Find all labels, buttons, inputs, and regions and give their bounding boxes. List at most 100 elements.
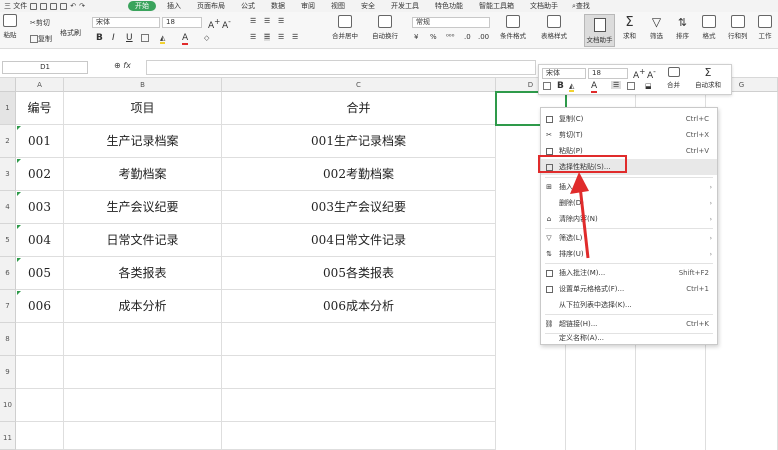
cell-c2[interactable]: 001生产记录档案 [222, 125, 496, 158]
decimal-increase-button[interactable]: .0 [464, 33, 471, 41]
worksheet-button[interactable]: 工作 [758, 15, 772, 40]
cell-b11[interactable] [64, 422, 222, 450]
cell-c11[interactable] [222, 422, 496, 450]
row-header-3[interactable]: 3 [0, 158, 16, 191]
mini-fill-bucket-button[interactable]: ⬓ [645, 82, 652, 90]
name-box[interactable]: D1 [2, 61, 88, 74]
filter-button[interactable]: ▽ 筛选 [650, 15, 663, 40]
cell-b7[interactable]: 成本分析 [64, 290, 222, 323]
undo-icon[interactable]: ↶ [70, 2, 76, 10]
row-header-1[interactable]: 1 [0, 92, 16, 125]
cell-c8[interactable] [222, 323, 496, 356]
row-column-button[interactable]: 行和列 [728, 15, 748, 40]
row-header-11[interactable]: 11 [0, 422, 16, 450]
clear-format-button[interactable]: ◇ [204, 34, 209, 42]
number-format-select[interactable]: 常规 [412, 17, 490, 28]
print-preview-icon[interactable] [60, 2, 68, 10]
mini-font-name-select[interactable]: 宋体 [542, 68, 586, 79]
export-icon[interactable] [40, 2, 48, 10]
mini-bold-button[interactable]: B [557, 81, 564, 91]
tab-toolbox[interactable]: 智能工具箱 [471, 0, 522, 12]
cell-a2[interactable]: 001 [16, 125, 64, 158]
row-header-5[interactable]: 5 [0, 224, 16, 257]
cell-a9[interactable] [16, 356, 64, 389]
menu-item-define-name[interactable]: 定义名称(A)... [541, 330, 717, 346]
font-size-select[interactable]: 18 [162, 17, 202, 28]
mini-align-center-button[interactable]: ☰ [611, 81, 622, 89]
cell-b1[interactable]: 项目 [64, 92, 222, 125]
tab-features[interactable]: 特色功能 [427, 0, 471, 12]
redo-icon[interactable]: ↷ [79, 2, 85, 10]
row-header-9[interactable]: 9 [0, 356, 16, 389]
tab-data[interactable]: 数据 [263, 0, 293, 12]
cell-b10[interactable] [64, 389, 222, 422]
row-header-4[interactable]: 4 [0, 191, 16, 224]
fill-color-button[interactable]: ◭ [160, 34, 166, 44]
align-middle-button[interactable]: ☰ [264, 17, 270, 25]
row-header-8[interactable]: 8 [0, 323, 16, 356]
font-name-select[interactable]: 宋体 [92, 17, 160, 28]
align-right-button[interactable]: ☰ [278, 33, 284, 41]
menu-item-copy[interactable]: 复制(C) Ctrl+C [541, 111, 717, 127]
search-box[interactable]: ⌕查找 [572, 1, 590, 11]
cell-a5[interactable]: 004 [16, 224, 64, 257]
fx-button[interactable]: fx [123, 61, 131, 70]
cell-b8[interactable] [64, 323, 222, 356]
tab-security[interactable]: 安全 [353, 0, 383, 12]
tab-review[interactable]: 审阅 [293, 0, 323, 12]
tab-page-layout[interactable]: 页面布局 [189, 0, 233, 12]
cell-a1[interactable]: 编号 [16, 92, 64, 125]
cell-b5[interactable]: 日常文件记录 [64, 224, 222, 257]
cell-c9[interactable] [222, 356, 496, 389]
border-button[interactable] [141, 34, 149, 42]
save-icon[interactable] [30, 2, 38, 10]
cell-a7[interactable]: 006 [16, 290, 64, 323]
cell-c6[interactable]: 005各类报表 [222, 257, 496, 290]
tab-insert[interactable]: 插入 [159, 0, 189, 12]
currency-button[interactable]: ¥ [414, 33, 418, 41]
mini-font-color-button[interactable]: A [591, 81, 598, 93]
row-header-10[interactable]: 10 [0, 389, 16, 422]
grow-font-button[interactable]: A+ [208, 17, 220, 31]
tab-formulas[interactable]: 公式 [233, 0, 263, 12]
row-header-7[interactable]: 7 [0, 290, 16, 323]
table-style-button[interactable]: 表格样式 [541, 15, 567, 40]
sum-button[interactable]: Σ 求和 [623, 15, 636, 40]
cell-b6[interactable]: 各类报表 [64, 257, 222, 290]
align-left-button[interactable]: ☰ [250, 33, 256, 41]
tab-developer[interactable]: 开发工具 [383, 0, 427, 12]
wrap-text-button[interactable]: 自动换行 [372, 15, 398, 40]
cell-b9[interactable] [64, 356, 222, 389]
menu-item-format-cells[interactable]: 设置单元格格式(F)... Ctrl+1 [541, 281, 717, 297]
font-color-button[interactable]: A [182, 33, 189, 45]
cell-b4[interactable]: 生产会议纪要 [64, 191, 222, 224]
menu-item-cut[interactable]: ✂ 剪切(T) Ctrl+X [541, 127, 717, 143]
percent-button[interactable]: % [430, 33, 437, 41]
mini-border-style-button[interactable] [627, 82, 635, 90]
align-bottom-button[interactable]: ☰ [278, 17, 284, 25]
column-header-b[interactable]: B [64, 78, 222, 92]
column-header-a[interactable]: A [16, 78, 64, 92]
cell-a3[interactable]: 002 [16, 158, 64, 191]
conditional-format-button[interactable]: 条件格式 [500, 15, 526, 40]
cell-c4[interactable]: 003生产会议纪要 [222, 191, 496, 224]
mini-shrink-font-button[interactable]: A- [647, 67, 656, 81]
formula-input[interactable] [146, 60, 536, 75]
cell-c5[interactable]: 004日常文件记录 [222, 224, 496, 257]
cell-a11[interactable] [16, 422, 64, 450]
align-top-button[interactable]: ☰ [250, 17, 256, 25]
bold-button[interactable]: B [96, 33, 103, 43]
cell-a10[interactable] [16, 389, 64, 422]
tab-home[interactable]: 开始 [127, 1, 156, 11]
cell-c7[interactable]: 006成本分析 [222, 290, 496, 323]
underline-button[interactable]: U [126, 33, 133, 43]
doc-helper-button[interactable]: 文档助手 [584, 14, 615, 47]
menu-item-pick-from-list[interactable]: 从下拉列表中选择(K)... [541, 297, 717, 313]
mini-autosum-button[interactable]: Σ 自动求和 [695, 67, 721, 90]
align-center-button[interactable]: ☰ [264, 33, 271, 41]
cell-a8[interactable] [16, 323, 64, 356]
file-menu[interactable]: 三 文件 [4, 1, 27, 11]
tab-view[interactable]: 视图 [323, 0, 353, 12]
mini-font-size-select[interactable]: 18 [588, 68, 628, 79]
format-painter-button[interactable]: 格式刷 [60, 28, 81, 38]
